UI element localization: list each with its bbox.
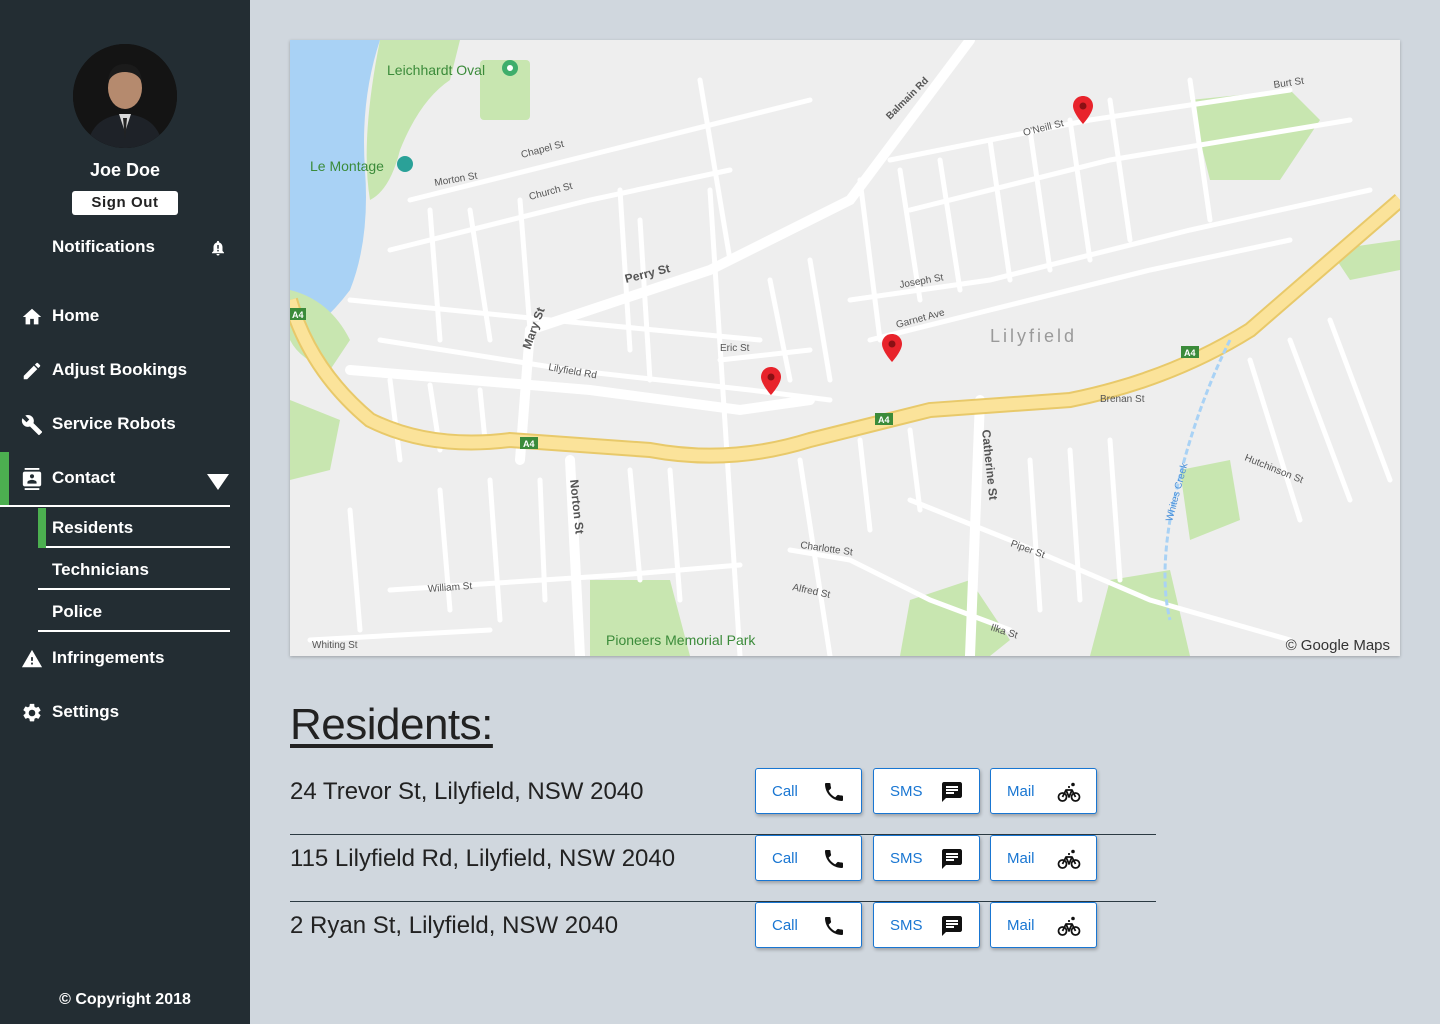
phone-icon [825,783,843,801]
pencil-icon [23,362,41,380]
phone-icon [825,917,843,935]
nav-item-service-robots[interactable]: Service Robots [0,404,250,444]
button-label: Call [772,783,798,800]
copyright: © Copyright 2018 [59,991,191,1008]
map-street-label: Eric St [720,343,750,354]
map-canvas[interactable]: A4 A4 A4 A4 Leichhardt Oval Le Montage P… [290,40,1400,656]
sub-item-label: Police [52,602,103,621]
button-label: Mail [1007,783,1035,800]
map-place-label: Leichhardt Oval [387,62,485,78]
sub-item-technicians[interactable]: Technicians [38,550,230,590]
map[interactable]: A4 A4 A4 A4 Leichhardt Oval Le Montage P… [290,40,1400,656]
nav-label: Adjust Bookings [52,360,188,379]
home-icon [22,308,42,325]
map-place-label: Le Montage [310,158,384,174]
page-title: Residents: [290,700,493,749]
nav-item-settings[interactable]: Settings [0,692,250,732]
nav-label: Settings [52,702,120,721]
bicycle-icon [1057,916,1081,936]
button-label: Call [772,850,798,867]
sub-item-residents[interactable]: Residents [38,508,230,548]
map-street-label: Whiting St [312,640,358,651]
button-label: SMS [890,850,923,867]
sub-item-police[interactable]: Police [38,592,230,632]
nav-item-home[interactable]: Home [0,296,250,336]
message-icon [942,782,962,802]
wrench-icon [21,415,43,436]
sub-item-label: Residents [52,518,134,537]
sms-button[interactable]: SMS [873,768,980,814]
road-shield: A4 [292,310,304,320]
map-area-label: Lilyfield [990,326,1077,346]
avatar[interactable] [73,44,177,148]
resident-row: 2 Ryan St, Lilyfield, NSW 2040 Call SMS … [290,902,1156,969]
button-label: SMS [890,917,923,934]
nav-label: Infringements [52,648,165,667]
resident-address: 2 Ryan St, Lilyfield, NSW 2040 [290,912,619,939]
nav-label: Service Robots [52,414,176,433]
road-shield: A4 [878,415,890,425]
call-button[interactable]: Call [755,835,862,881]
sign-out-button[interactable]: Sign Out [72,191,178,215]
mail-button[interactable]: Mail [990,902,1097,948]
notifications-label[interactable]: Notifications [52,237,155,257]
map-street-label: Brenan St [1100,394,1145,405]
nav-item-adjust-bookings[interactable]: Adjust Bookings [0,350,250,390]
active-indicator [38,508,46,548]
call-button[interactable]: Call [755,768,862,814]
nav-label: Home [52,306,100,325]
nav-item-infringements[interactable]: Infringements [0,638,250,678]
gear-icon [23,703,41,722]
road-shield: A4 [523,439,535,449]
button-label: Mail [1007,850,1035,867]
user-name: Joe Doe [89,160,161,180]
contacts-icon [22,468,42,490]
button-label: Mail [1007,917,1035,934]
message-icon [942,849,962,869]
warning-icon [21,649,43,668]
resident-address: 115 Lilyfield Rd, Lilyfield, NSW 2040 [290,845,676,872]
map-place-label: Pioneers Memorial Park [606,632,756,648]
sub-item-label: Technicians [52,560,149,579]
call-button[interactable]: Call [755,902,862,948]
nav-label: Contact [52,468,116,487]
mail-button[interactable]: Mail [990,835,1097,881]
bicycle-icon [1057,782,1081,802]
road-shield: A4 [1184,348,1196,358]
button-label: SMS [890,783,923,800]
sidebar: Joe Doe Sign Out Notifications Home Adju… [0,0,250,1024]
divider [0,505,230,507]
bicycle-icon [1057,849,1081,869]
bell-alert-icon[interactable] [209,238,227,258]
sms-button[interactable]: SMS [873,835,980,881]
phone-icon [825,850,843,868]
mail-button[interactable]: Mail [990,768,1097,814]
message-icon [942,916,962,936]
map-credit: © Google Maps [1285,637,1390,654]
resident-address: 24 Trevor St, Lilyfield, NSW 2040 [290,778,644,805]
resident-row: 115 Lilyfield Rd, Lilyfield, NSW 2040 Ca… [290,835,1156,902]
button-label: Call [772,917,798,934]
sms-button[interactable]: SMS [873,902,980,948]
chevron-down-icon[interactable] [207,474,229,490]
resident-row: 24 Trevor St, Lilyfield, NSW 2040 Call S… [290,768,1156,835]
